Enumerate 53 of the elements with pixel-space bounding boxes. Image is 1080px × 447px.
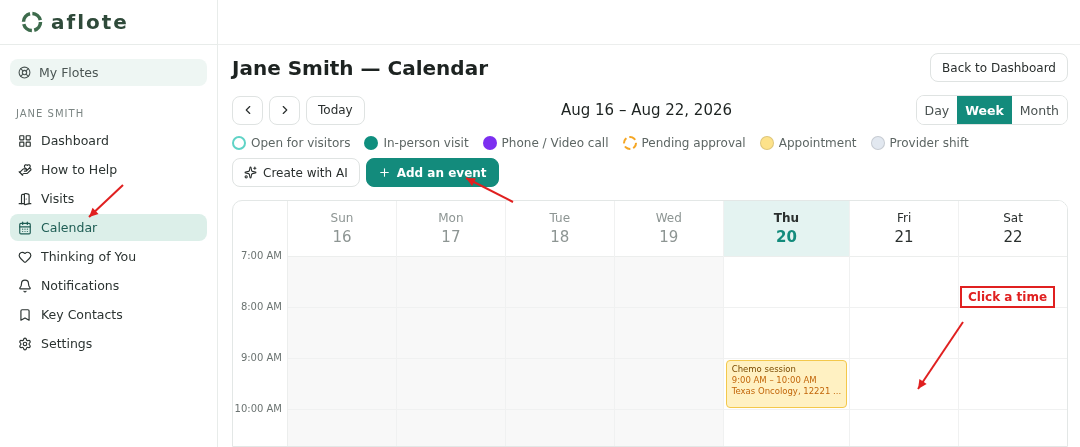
legend-label: Appointment [778, 136, 857, 150]
time-label: 10:00 AM [233, 403, 283, 416]
sidebar-item[interactable]: Dashboard [10, 127, 207, 154]
annotation-callout: Click a time [960, 286, 1056, 308]
settings-icon [18, 336, 32, 351]
sidebar-item[interactable]: Thinking of You [10, 243, 207, 270]
sparkles-icon [244, 166, 257, 179]
back-button[interactable]: Back to Dashboard [930, 53, 1068, 82]
event-card[interactable]: Chemo session 9:00 AM – 10:00 AM Texas Oncology, 12221 ... [725, 360, 848, 408]
section-heading: JANE SMITH [14, 107, 86, 121]
day-header: Tue 18 [505, 201, 614, 257]
calendar-icon [18, 220, 32, 235]
day-header: Thu 20 [723, 201, 850, 257]
previous-button[interactable] [232, 95, 263, 125]
date-range: Aug 16 – Aug 22, 2026 [561, 101, 734, 119]
sidebar-item[interactable]: Settings [10, 330, 207, 357]
heart-icon [18, 249, 32, 264]
create-with-ai-button[interactable]: Create with AI [232, 158, 360, 187]
time-label: 7:00 AM [239, 250, 283, 263]
legend-label: In-person visit [383, 136, 469, 150]
day-header: Wed 19 [614, 201, 723, 257]
brand-name: aflote [51, 10, 129, 34]
sidebar-item[interactable]: Calendar [10, 214, 207, 241]
next-button[interactable] [269, 95, 300, 125]
day-header: Sun 16 [288, 201, 396, 257]
annotation-arrow [465, 177, 514, 203]
sidebar-item[interactable]: Key Contacts [10, 301, 207, 328]
bookmark-icon [18, 307, 32, 322]
page-title: Jane Smith — Calendar [232, 55, 489, 80]
view-tab[interactable]: Week [957, 96, 1012, 124]
sidebar-item[interactable]: Visits [10, 185, 207, 212]
door-icon [18, 191, 32, 206]
sidebar-item[interactable]: Notifications [10, 272, 207, 299]
legend-label: Phone / Video call [501, 136, 609, 150]
time-label: 9:00 AM [239, 352, 283, 365]
logo-icon [21, 11, 43, 33]
day-header: Mon 17 [396, 201, 505, 257]
legend-label: Pending approval [641, 136, 746, 150]
lifebuoy-icon [18, 66, 31, 79]
sidebar-item[interactable]: My Flotes [10, 59, 207, 86]
legend-label: Open for visitors [251, 136, 351, 150]
legend-label: Provider shift [889, 136, 969, 150]
today-button[interactable]: Today [306, 95, 365, 125]
dashboard-icon [18, 133, 32, 148]
bell-icon [18, 278, 32, 293]
day-header: Sat 22 [959, 201, 1067, 257]
hand-heart-icon [18, 162, 32, 177]
time-label: 8:00 AM [239, 301, 283, 314]
plus-icon [377, 166, 391, 179]
sidebar-item[interactable]: How to Help [10, 156, 207, 183]
annotation-arrow [917, 321, 964, 390]
annotation-arrow [88, 184, 124, 218]
add-event-button[interactable]: Add an event [365, 158, 499, 187]
